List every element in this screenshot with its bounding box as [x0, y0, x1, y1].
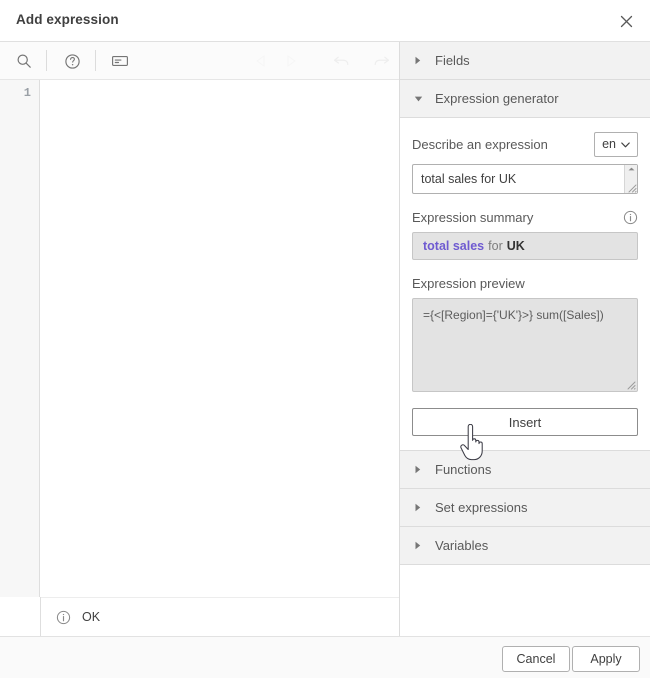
redo-arrow-icon: [368, 48, 394, 74]
code-editor[interactable]: 1: [0, 80, 399, 597]
toolbar-divider-1: [46, 50, 47, 71]
preview-label-row: Expression preview: [412, 274, 638, 292]
expression-summary-label: Expression summary: [412, 209, 534, 225]
describe-input-wrapper: [412, 164, 638, 194]
summary-label-row: Expression summary: [412, 208, 638, 226]
language-value: en: [602, 137, 616, 151]
expression-preview-box: ={<[Region]={'UK'}>} sum([Sales]): [412, 298, 638, 392]
insert-button[interactable]: Insert: [412, 408, 638, 436]
section-label: Variables: [435, 538, 489, 553]
add-expression-dialog: Add expression 1 OK Fields Expression ge…: [0, 0, 650, 678]
expression-preview-text: ={<[Region]={'UK'}>} sum([Sales]): [423, 308, 604, 322]
dialog-footer: Cancel Apply: [0, 636, 650, 678]
line-number: 1: [23, 86, 31, 100]
describe-label: Describe an expression: [412, 136, 548, 152]
section-label: Functions: [435, 462, 492, 477]
status-message: OK: [82, 610, 101, 624]
summary-connector-token: for: [488, 239, 503, 253]
info-circle-icon[interactable]: [623, 210, 638, 225]
apply-button[interactable]: Apply: [572, 646, 640, 672]
section-header-variables[interactable]: Variables: [400, 527, 650, 565]
section-header-expression-generator[interactable]: Expression generator: [400, 80, 650, 118]
expression-preview-label: Expression preview: [412, 275, 525, 291]
summary-dimension-token: UK: [506, 239, 525, 253]
caret-right-icon: [413, 541, 423, 550]
info-circle-icon: [56, 610, 71, 625]
dialog-title: Add expression: [16, 12, 119, 27]
toolbar-faint-icon-2: [278, 48, 304, 74]
toolbar-divider-2: [95, 50, 96, 71]
caret-right-icon: [413, 56, 423, 65]
chevron-down-icon: [621, 137, 630, 151]
cancel-button[interactable]: Cancel: [502, 646, 570, 672]
close-icon[interactable]: [610, 6, 642, 36]
section-label: Fields: [435, 53, 470, 68]
expression-side-panel: Fields Expression generator Describe an …: [399, 42, 650, 636]
caret-right-icon: [413, 503, 423, 512]
caret-right-icon: [413, 465, 423, 474]
describe-row: Describe an expression en: [412, 130, 638, 158]
section-label: Expression generator: [435, 91, 559, 106]
editor-gutter: 1: [0, 80, 40, 597]
dialog-titlebar: Add expression: [0, 0, 650, 42]
summary-metric-token: total sales: [423, 239, 485, 253]
section-header-fields[interactable]: Fields: [400, 42, 650, 80]
language-select[interactable]: en: [594, 131, 638, 157]
section-label: Set expressions: [435, 500, 528, 515]
section-header-set-expressions[interactable]: Set expressions: [400, 489, 650, 527]
help-circle-icon[interactable]: [59, 48, 85, 74]
describe-expression-input[interactable]: [412, 164, 638, 194]
expression-editor-pane: 1 OK: [0, 42, 399, 636]
search-icon[interactable]: [11, 48, 37, 74]
status-gutter-fill: [0, 597, 41, 636]
toolbar-faint-icon-1: [248, 48, 274, 74]
expression-generator-body: Describe an expression en Expres: [400, 118, 650, 451]
section-header-functions[interactable]: Functions: [400, 451, 650, 489]
expression-summary-box: total sales for UK: [412, 232, 638, 260]
undo-arrow-icon: [328, 48, 354, 74]
describe-input-resize-handle[interactable]: [626, 182, 637, 193]
editor-status-bar: OK: [41, 597, 399, 636]
code-text-area[interactable]: [41, 80, 399, 597]
caret-down-icon: [413, 95, 423, 103]
preview-resize-handle[interactable]: [625, 379, 636, 390]
comment-box-icon[interactable]: [107, 48, 133, 74]
editor-toolbar: [0, 42, 399, 80]
